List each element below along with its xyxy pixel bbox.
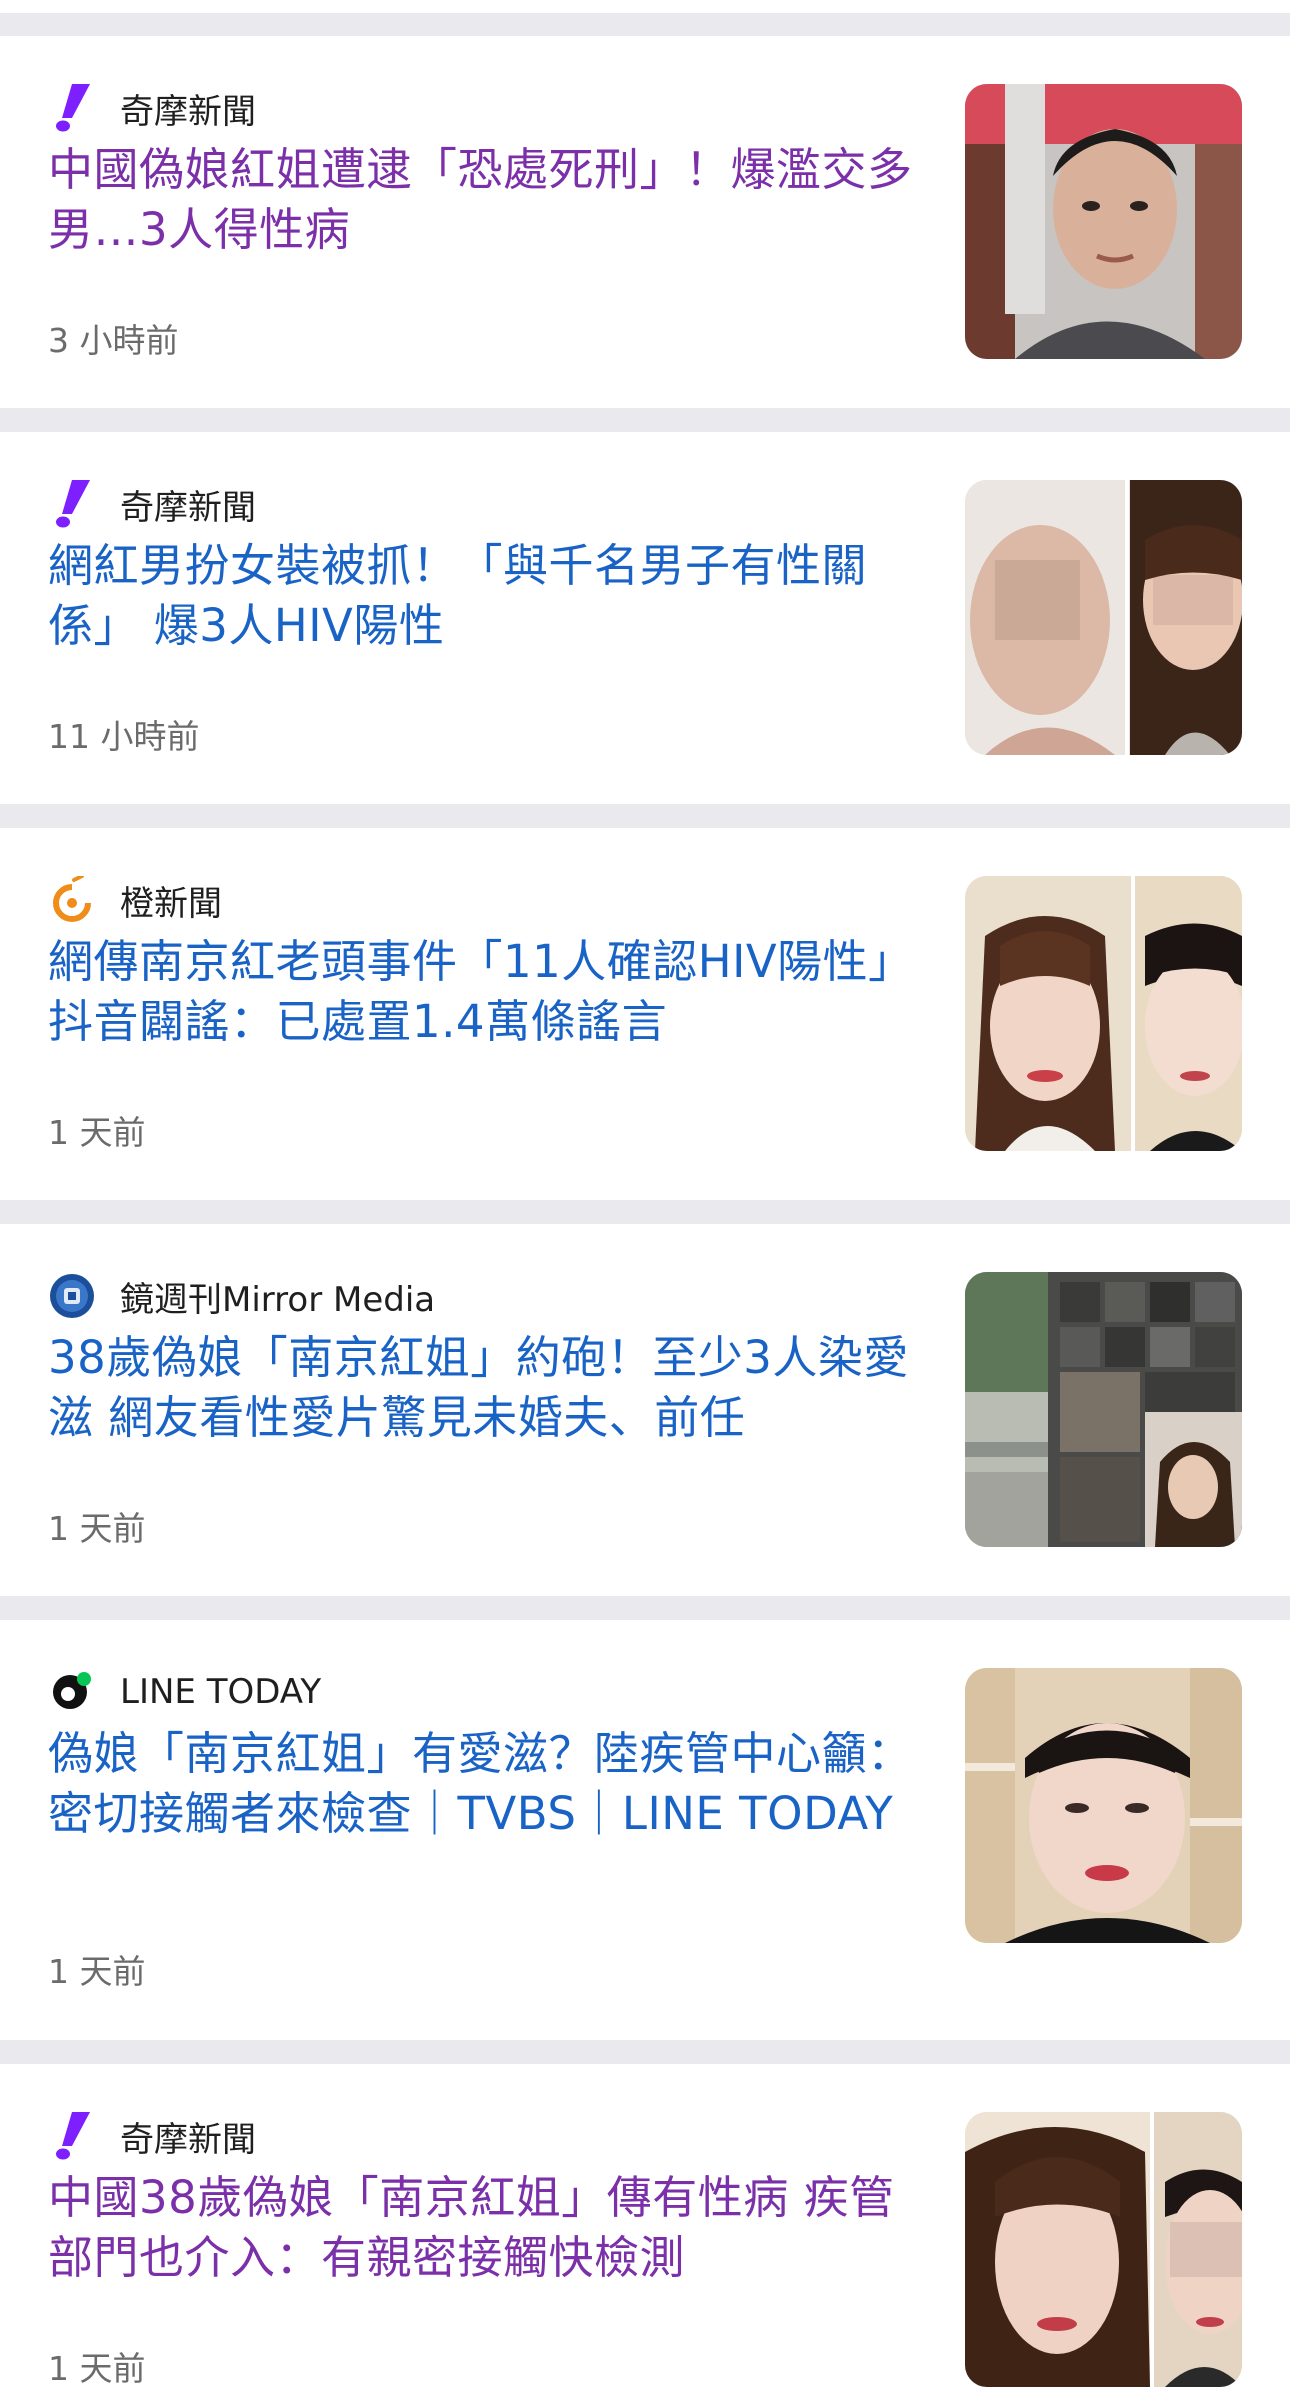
source-name: 橙新聞	[120, 883, 222, 924]
article-thumbnail[interactable]	[965, 84, 1242, 359]
headline-link[interactable]: 中國偽娘紅姐遭逮「恐處死刑」！爆濫交多男…3人得性病	[48, 140, 928, 260]
news-source: 奇摩新聞	[48, 84, 256, 132]
source-name: 奇摩新聞	[120, 2119, 256, 2160]
headline-link[interactable]: 38歲偽娘「南京紅姐」約砲！至少3人染愛滋 網友看性愛片驚見未婚夫、前任	[48, 1328, 928, 1448]
news-card[interactable]: 鏡週刊Mirror Media 38歲偽娘「南京紅姐」約砲！至少3人染愛滋 網友…	[0, 1224, 1290, 1596]
news-feed: 奇摩新聞 中國偽娘紅姐遭逮「恐處死刑」！爆濫交多男…3人得性病 3 小時前 奇摩…	[0, 0, 1290, 2403]
article-thumbnail[interactable]	[965, 480, 1242, 755]
news-card[interactable]: 橙新聞 網傳南京紅老頭事件「11人確認HIV陽性」 抖音闢謠：已處置1.4萬條謠…	[0, 828, 1290, 1200]
headline-link[interactable]: 網傳南京紅老頭事件「11人確認HIV陽性」 抖音闢謠：已處置1.4萬條謠言	[48, 932, 928, 1052]
news-source: 鏡週刊Mirror Media	[48, 1272, 435, 1320]
article-thumbnail[interactable]	[965, 1668, 1242, 1943]
article-thumbnail[interactable]	[965, 876, 1242, 1151]
orange-news-icon	[48, 876, 96, 924]
yahoo-exclamation-icon	[48, 84, 96, 132]
news-card[interactable]: 奇摩新聞 中國偽娘紅姐遭逮「恐處死刑」！爆濫交多男…3人得性病 3 小時前	[0, 36, 1290, 408]
news-source: 奇摩新聞	[48, 480, 256, 528]
headline-link[interactable]: 中國38歲偽娘「南京紅姐」傳有性病 疾管部門也介入：有親密接觸快檢測	[48, 2168, 928, 2288]
timestamp: 1 天前	[48, 2349, 146, 2388]
news-card[interactable]: 奇摩新聞 網紅男扮女裝被抓！「與千名男子有性關係」 爆3人HIV陽性 11 小時…	[0, 432, 1290, 804]
timestamp: 1 天前	[48, 1509, 146, 1548]
timestamp: 3 小時前	[48, 321, 179, 360]
source-name: LINE TODAY	[120, 1672, 322, 1712]
yahoo-exclamation-icon	[48, 480, 96, 528]
source-name: 奇摩新聞	[120, 91, 256, 132]
line-today-icon	[48, 1668, 96, 1716]
news-card[interactable]: LINE TODAY 偽娘「南京紅姐」有愛滋？陸疾管中心籲：密切接觸者來檢查｜T…	[0, 1620, 1290, 2040]
timestamp: 1 天前	[48, 1952, 146, 1991]
timestamp: 11 小時前	[48, 717, 200, 756]
feed-top-edge	[0, 0, 1290, 13]
source-name: 鏡週刊Mirror Media	[120, 1279, 436, 1320]
article-thumbnail[interactable]	[965, 1272, 1242, 1547]
news-source: 橙新聞	[48, 876, 222, 924]
news-source: LINE TODAY	[48, 1668, 321, 1716]
source-name: 奇摩新聞	[120, 487, 256, 528]
headline-link[interactable]: 網紅男扮女裝被抓！「與千名男子有性關係」 爆3人HIV陽性	[48, 536, 928, 656]
timestamp: 1 天前	[48, 1113, 146, 1152]
yahoo-exclamation-icon	[48, 2112, 96, 2160]
mirror-media-icon	[48, 1272, 96, 1320]
news-source: 奇摩新聞	[48, 2112, 256, 2160]
news-card[interactable]: 奇摩新聞 中國38歲偽娘「南京紅姐」傳有性病 疾管部門也介入：有親密接觸快檢測 …	[0, 2064, 1290, 2403]
headline-link[interactable]: 偽娘「南京紅姐」有愛滋？陸疾管中心籲：密切接觸者來檢查｜TVBS｜LINE TO…	[48, 1724, 928, 1844]
article-thumbnail[interactable]	[965, 2112, 1242, 2387]
